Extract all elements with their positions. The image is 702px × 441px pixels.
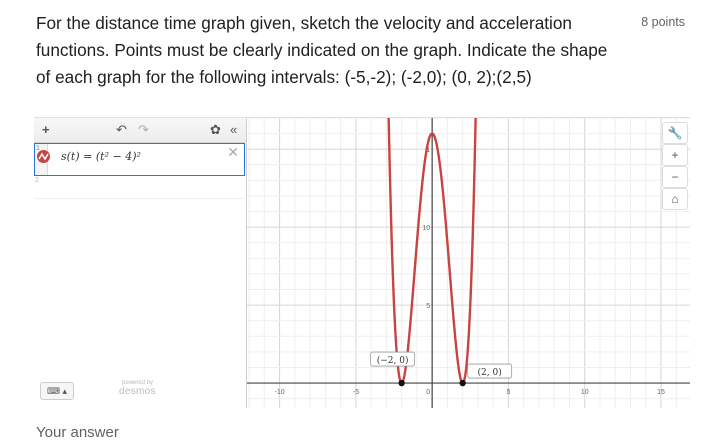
x-tick-label: 0 (426, 389, 430, 396)
expression-panel: + ↶ ↷ ✿ « 1 s(t) = (t² − 4)² ✕ 2 ⌨ ▴ pow… (34, 118, 247, 408)
x-tick-label: 15 (657, 389, 665, 396)
points-label: 8 points (641, 15, 685, 29)
empty-expression-index: 2 (35, 177, 39, 184)
graph-style-icon[interactable] (37, 150, 50, 163)
expression-input[interactable]: s(t) = (t² − 4)² (61, 150, 141, 163)
zoom-in-button[interactable]: + (662, 144, 688, 166)
graph-paper[interactable]: -10 -5 0 5 10 15 5 10 1 (−2, 0) (2, 0) (246, 118, 690, 408)
powered-by-desmos: powered by desmos (119, 380, 156, 397)
wrench-icon[interactable]: 🔧 (662, 122, 688, 144)
expression-toolbar: + ↶ ↷ ✿ « (34, 118, 246, 143)
empty-expression-row[interactable]: 2 (34, 176, 245, 199)
function-graph[interactable]: -10 -5 0 5 10 155101(−2, 0)(2, 0) (246, 118, 690, 408)
undo-icon[interactable]: ↶ (116, 118, 127, 142)
point-label: (2, 0) (478, 367, 502, 378)
expression-row[interactable]: 1 s(t) = (t² − 4)² ✕ (34, 143, 245, 176)
desmos-calculator[interactable]: + ↶ ↷ ✿ « 1 s(t) = (t² − 4)² ✕ 2 ⌨ ▴ pow… (34, 117, 690, 408)
settings-icon[interactable]: ✿ (210, 118, 221, 142)
keypad-toggle-button[interactable]: ⌨ ▴ (40, 382, 74, 400)
x-tick-label: -10 (275, 389, 285, 396)
x-tick-label: 5 (506, 389, 510, 396)
your-answer-field[interactable]: Your answer (36, 424, 119, 441)
add-expression-button[interactable]: + (42, 118, 50, 142)
redo-icon[interactable]: ↷ (138, 118, 149, 142)
x-tick-label: 10 (581, 389, 589, 396)
home-icon[interactable]: ⌂ (662, 188, 688, 210)
point-label: (−2, 0) (377, 355, 409, 366)
desmos-logo: desmos (119, 386, 156, 397)
point-marker (398, 379, 405, 387)
collapse-icon[interactable]: « (230, 118, 237, 142)
point-marker (459, 379, 466, 387)
zoom-out-button[interactable]: − (662, 166, 688, 188)
y-tick-label: 5 (426, 303, 430, 310)
close-icon[interactable]: ✕ (227, 144, 239, 161)
y-tick-label: 10 (422, 225, 430, 232)
question-text: For the distance time graph given, sketc… (36, 13, 608, 87)
x-tick-label: -5 (353, 389, 359, 396)
